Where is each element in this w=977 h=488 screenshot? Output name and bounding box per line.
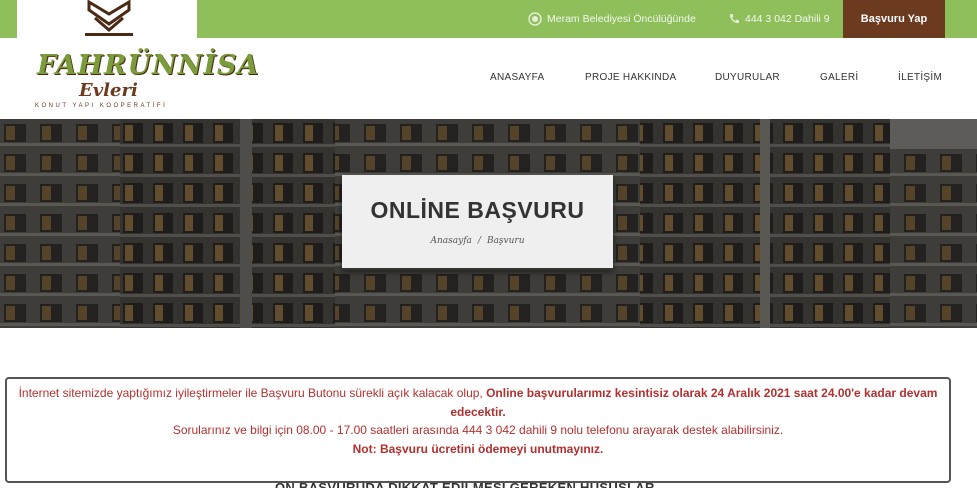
breadcrumb-current: Başvuru <box>486 236 525 246</box>
breadcrumb: Anasayfa / Başvuru <box>342 236 613 246</box>
logo-emblem-icon <box>85 0 133 36</box>
announcement-text-bold: Online başvurularımız kesintisiz olarak … <box>450 386 938 419</box>
badge-icon <box>528 12 542 26</box>
logo-script: Evleri <box>79 80 138 101</box>
meram-info: Meram Belediyesi Öncülüğünde <box>528 0 696 38</box>
announcement-text-plain: İnternet sitemizde yaptığımız iyileştirm… <box>18 386 487 400</box>
page-title-box: ONLİNE BAŞVURU Anasayfa / Başvuru <box>342 175 613 270</box>
apply-button[interactable]: Başvuru Yap <box>843 0 945 38</box>
logo-subtitle: KONUT YAPI KOOPERATİFİ <box>35 103 168 109</box>
nav-item-duyurular[interactable]: DUYURULAR <box>715 72 780 83</box>
phone-icon <box>729 14 739 24</box>
nav-item-anasayfa[interactable]: ANASAYFA <box>490 72 544 83</box>
phone-info[interactable]: 444 3 042 Dahili 9 <box>728 0 830 38</box>
announcement-note: Not: Başvuru ücretini ödemeyi unutmayını… <box>352 441 604 456</box>
logo-name: FAHRÜNNİSA <box>37 50 260 81</box>
breadcrumb-home[interactable]: Anasayfa <box>430 236 471 246</box>
header: FAHRÜNNİSA Evleri KONUT YAPI KOOPERATİFİ… <box>0 0 977 157</box>
nav-item-proje-hakkinda[interactable]: PROJE HAKKINDA <box>585 72 676 83</box>
announcement-contact-text: Sorularınız ve bilgi için 08.00 - 17.00 … <box>172 423 784 437</box>
nav-item-galeri[interactable]: GALERİ <box>820 72 858 83</box>
breadcrumb-separator: / <box>477 236 481 246</box>
nav-item-iletisim[interactable]: İLETİŞİM <box>898 72 942 83</box>
meram-text: Meram Belediyesi Öncülüğünde <box>547 13 696 25</box>
phone-text[interactable]: 444 3 042 Dahili 9 <box>745 13 830 25</box>
announcement-banner: İnternet sitemizde yaptığımız iyileştirm… <box>5 377 951 483</box>
page: Meram Belediyesi Öncülüğünde 444 3 042 D… <box>0 0 977 488</box>
hero-banner: ONLİNE BAŞVURU Anasayfa / Başvuru <box>0 119 977 328</box>
page-title: ONLİNE BAŞVURU <box>370 197 585 223</box>
